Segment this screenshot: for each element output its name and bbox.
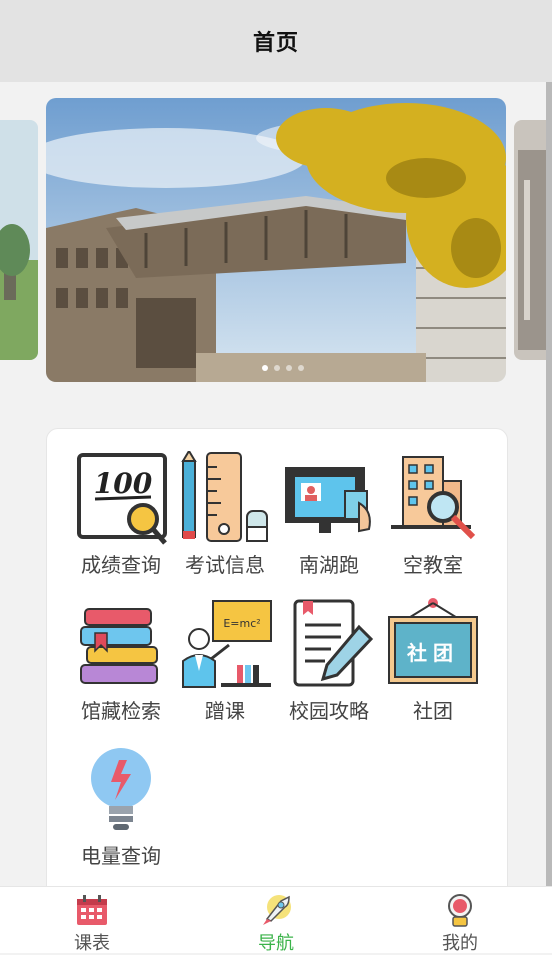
- calendar-icon: [75, 893, 109, 927]
- grid-item-label: 南湖跑: [299, 553, 359, 577]
- classroom-icon: [385, 451, 481, 547]
- electricity-icon: [73, 742, 169, 838]
- carousel-indicator: [262, 365, 304, 371]
- astronaut-icon: [443, 893, 477, 927]
- tab-label: 导航: [258, 933, 294, 954]
- bottom-tab-bar: 课表 导航 我的: [0, 886, 552, 955]
- grid-item-electricity[interactable]: 电量查询: [69, 742, 173, 869]
- grid-item-label: 电量查询: [81, 844, 161, 868]
- scrollbar[interactable]: [546, 82, 552, 886]
- carousel-dot[interactable]: [286, 365, 292, 371]
- svg-text:E=mc²: E=mc²: [223, 617, 260, 630]
- grid-item-label: 校园攻略: [289, 699, 369, 723]
- grid-item-label: 成绩查询: [81, 553, 161, 577]
- carousel-dot[interactable]: [274, 365, 280, 371]
- grid-item-exam[interactable]: 考试信息: [173, 449, 277, 578]
- tab-profile[interactable]: 我的: [420, 893, 500, 955]
- campus-banner-image[interactable]: [46, 98, 506, 382]
- grid-item-label: 空教室: [403, 553, 463, 577]
- tab-schedule[interactable]: 课表: [52, 893, 132, 955]
- club-icon: 社团: [385, 597, 481, 693]
- club-sign-text: 社团: [407, 641, 459, 665]
- carousel-prev-slide[interactable]: [0, 120, 38, 360]
- carousel-dot[interactable]: [262, 365, 268, 371]
- library-icon: [73, 597, 169, 693]
- exam-icon: [177, 449, 273, 547]
- grid-item-label: 馆藏检索: [81, 699, 161, 723]
- run-icon: [281, 451, 377, 547]
- lecture-icon: E=mc²: [177, 597, 273, 693]
- grid-item-classroom[interactable]: 空教室: [381, 451, 485, 578]
- grid-item-score[interactable]: 100 成绩查询: [69, 451, 173, 578]
- feature-grid-card: 100 成绩查询 考试信息 南湖跑 空教室 馆藏检索 E=mc² 蹭课 校园攻略…: [46, 428, 508, 900]
- grid-item-guide[interactable]: 校园攻略: [277, 597, 381, 724]
- grid-item-library[interactable]: 馆藏检索: [69, 597, 173, 724]
- svg-text:100: 100: [94, 467, 153, 500]
- grid-item-label: 考试信息: [185, 553, 265, 577]
- page-title: 首页: [252, 31, 299, 56]
- rocket-icon: [259, 893, 293, 927]
- grid-item-club[interactable]: 社团 社团: [381, 597, 485, 724]
- tab-label: 我的: [442, 933, 478, 954]
- tab-navigation[interactable]: 导航: [236, 893, 316, 955]
- grid-item-label: 蹭课: [205, 699, 245, 723]
- top-bar: 首页: [0, 0, 552, 82]
- grid-item-label: 社团: [413, 699, 453, 723]
- grid-item-run[interactable]: 南湖跑: [277, 451, 381, 578]
- grid-item-lecture[interactable]: E=mc² 蹭课: [173, 597, 277, 724]
- tab-label: 课表: [74, 933, 110, 954]
- carousel-dot[interactable]: [298, 365, 304, 371]
- score-icon: 100: [73, 451, 169, 547]
- guide-icon: [281, 597, 377, 693]
